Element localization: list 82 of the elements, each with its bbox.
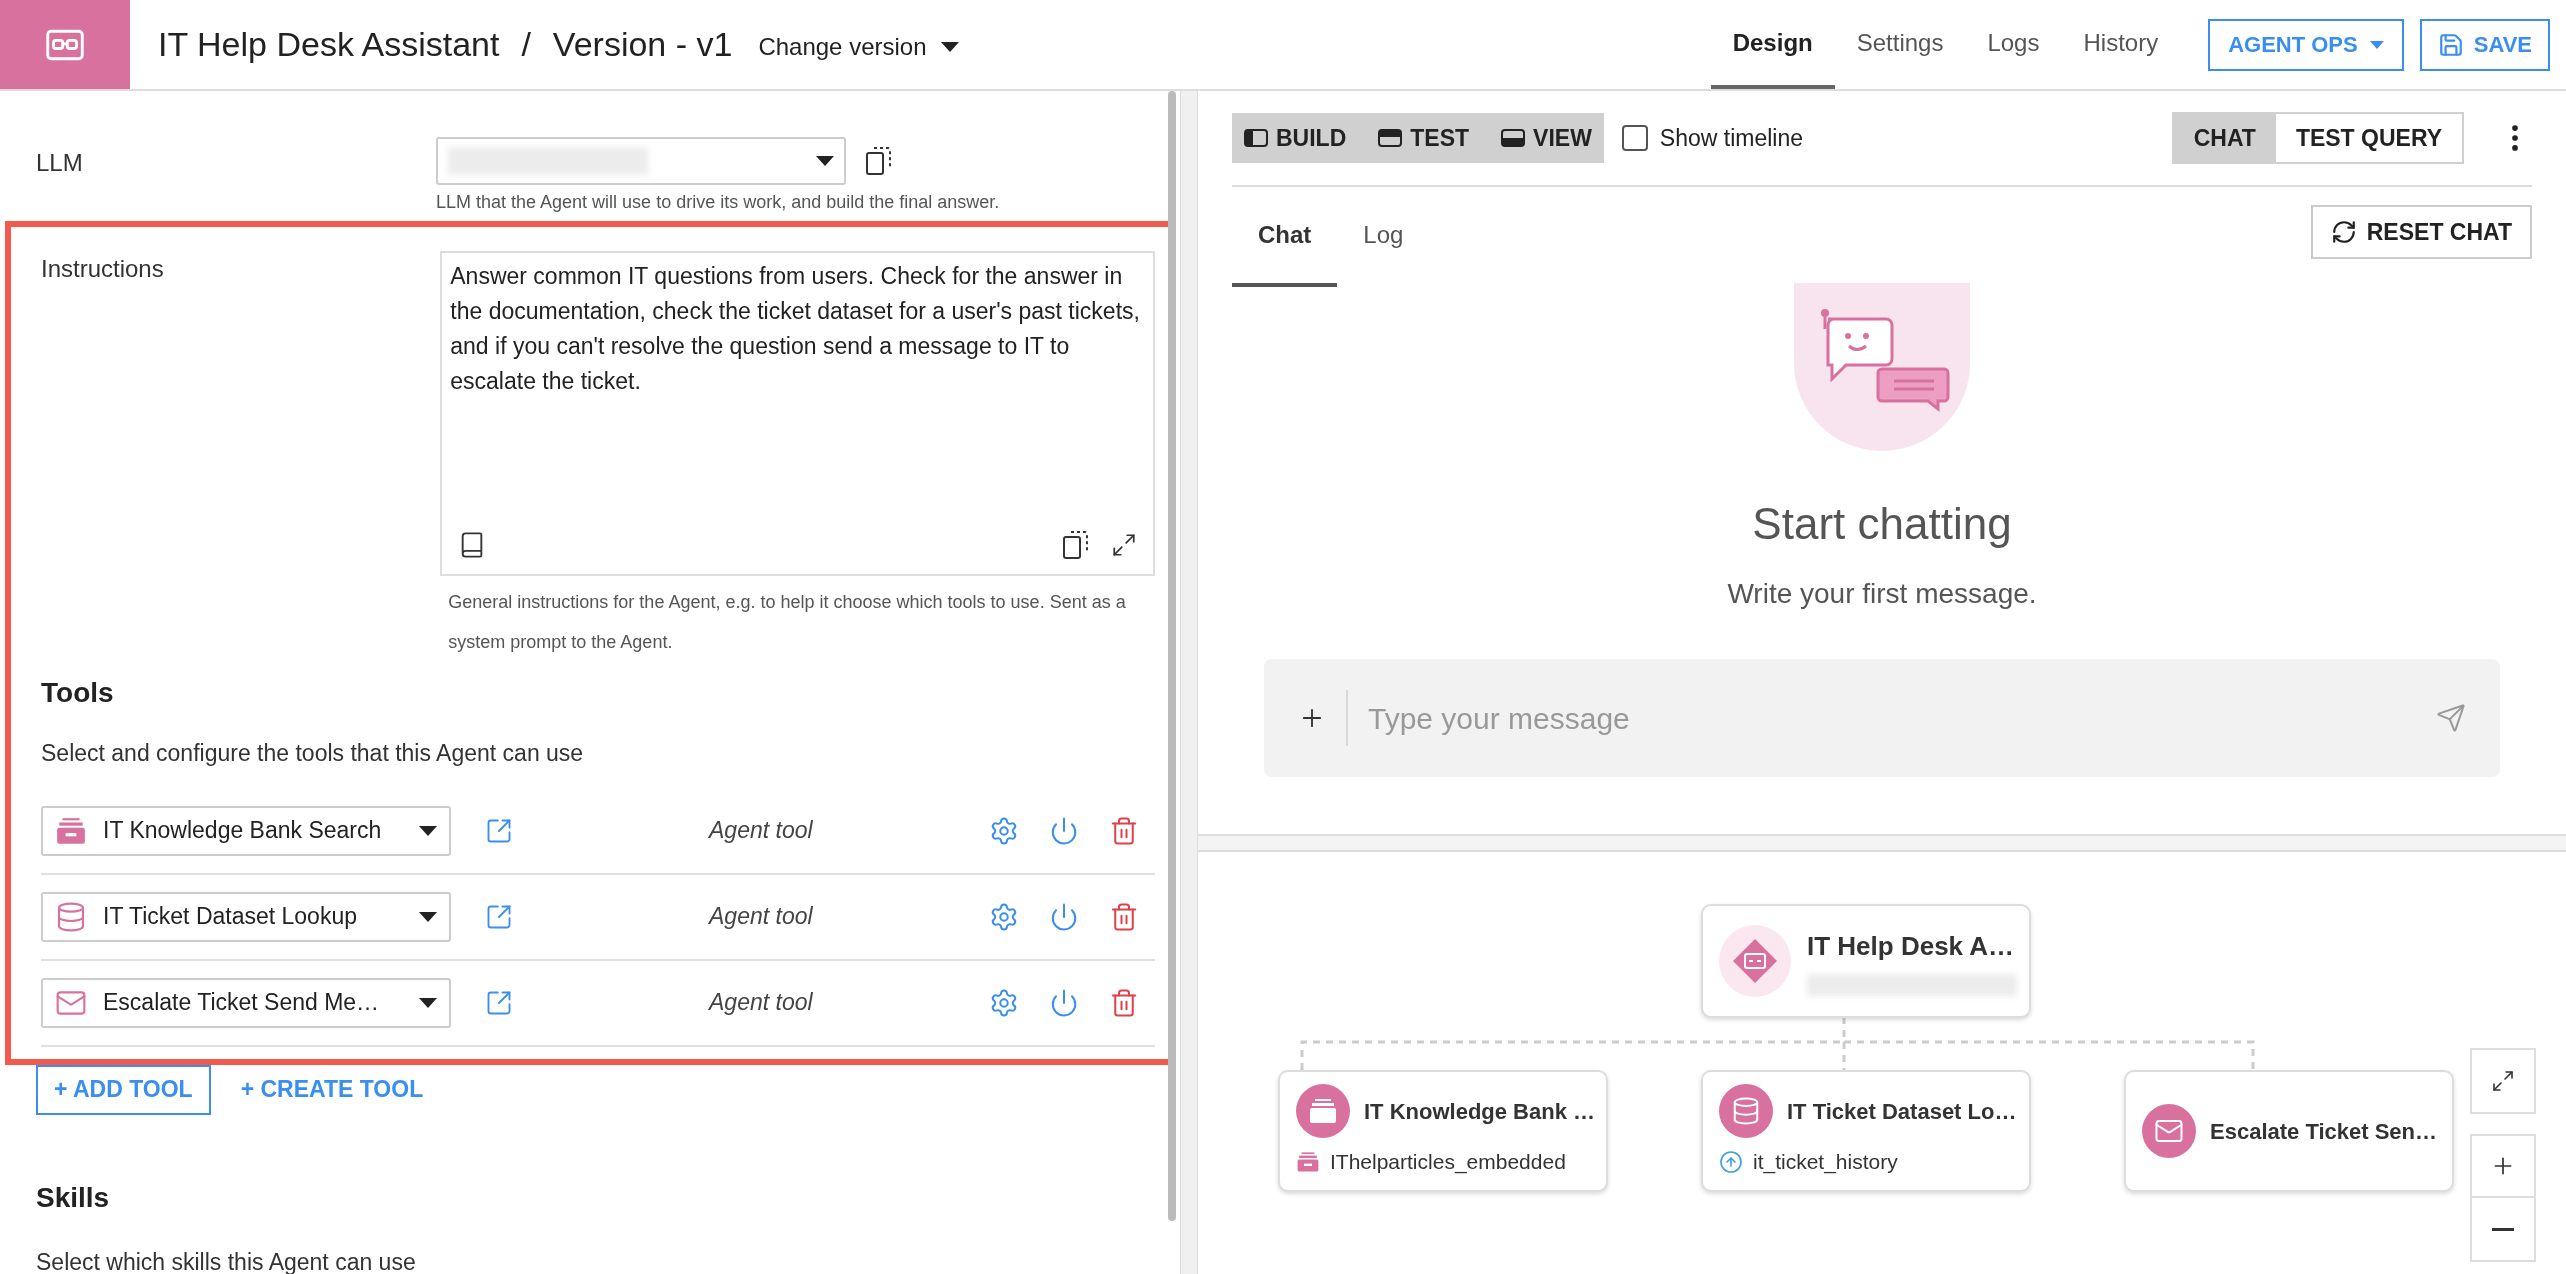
llm-label: LLM xyxy=(36,148,84,178)
instructions-help-text: General instructions for the Agent, e.g. to help it choose which tools to use. Sent as a system prompt to the Agent. xyxy=(447,591,1127,654)
panel-tab[interactable]: Chat xyxy=(1232,187,1338,287)
trash-icon[interactable] xyxy=(1109,901,1139,932)
panel-tab[interactable]: Log xyxy=(1337,187,1430,287)
timeline-checkbox[interactable] xyxy=(1621,125,1648,151)
tool-select[interactable]: IT Ticket Dataset Lookup xyxy=(41,891,451,942)
caret-icon xyxy=(419,997,437,1008)
instructions-editor[interactable] xyxy=(440,251,1155,576)
tool-select[interactable]: IT Knowledge Bank Search xyxy=(41,805,451,856)
scrollbar[interactable] xyxy=(1168,91,1176,1221)
tool-node[interactable]: Escalate Ticket Sen… xyxy=(2124,1070,2454,1192)
upload-icon xyxy=(1719,1150,1743,1174)
tool-type: Agent tool xyxy=(709,988,813,1018)
node-title: IT Help Desk A… xyxy=(1807,929,2016,963)
refresh-icon xyxy=(2330,219,2357,245)
root-node[interactable]: IT Help Desk A… xyxy=(1701,904,2031,1018)
instructions-label: Instructions xyxy=(41,254,165,284)
settings-icon[interactable] xyxy=(989,987,1019,1018)
empty-state-text: Write your first message. xyxy=(1727,577,2037,611)
power-icon[interactable] xyxy=(1049,987,1079,1018)
caret-icon xyxy=(419,911,437,922)
caret-icon xyxy=(2369,40,2384,49)
tools-description: Select and configure the tools that this Agent can use xyxy=(41,739,585,768)
database-icon xyxy=(55,900,87,933)
settings-icon[interactable] xyxy=(989,815,1019,846)
panel-resize-handle[interactable] xyxy=(1198,836,2566,852)
layout-icon xyxy=(1244,129,1268,147)
trash-icon[interactable] xyxy=(1109,987,1139,1018)
reset-chat-button[interactable]: RESET CHAT xyxy=(2310,205,2532,259)
tool-node[interactable]: IT Ticket Dataset Lo… it_ticket_history xyxy=(1701,1070,2031,1192)
header-tab[interactable]: History xyxy=(2061,0,2181,89)
change-version-dropdown[interactable]: Change version xyxy=(758,28,959,65)
tool-type: Agent tool xyxy=(709,816,813,846)
mode-button[interactable]: TEST xyxy=(1378,120,1470,156)
header-tab[interactable]: Logs xyxy=(1965,0,2062,89)
archive-icon xyxy=(1296,1150,1320,1174)
node-source: it_ticket_history xyxy=(1753,1149,1898,1176)
skills-description: Select which skills this Agent can use xyxy=(35,1247,417,1274)
power-icon[interactable] xyxy=(1049,901,1079,932)
layout-icon xyxy=(1378,129,1403,147)
tool-type: Agent tool xyxy=(709,902,813,932)
tool-node[interactable]: IT Knowledge Bank … IThelparticles_embedded xyxy=(1278,1070,1608,1192)
agent-title: IT Help Desk Assistant xyxy=(158,24,500,65)
tools-heading: Tools xyxy=(41,676,115,710)
power-icon[interactable] xyxy=(1049,815,1079,846)
expand-icon xyxy=(2491,1069,2515,1093)
node-title: IT Ticket Dataset Lo… xyxy=(1787,1097,2017,1126)
duplicate-icon[interactable] xyxy=(866,146,892,176)
caret-icon xyxy=(816,156,834,166)
expand-icon[interactable] xyxy=(1111,532,1137,558)
instructions-field[interactable]: Answer common IT questions from users. Check for the answer in the documentation, check the ticket dataset for a user's past tickets, and if you can't resolve the question send a message to IT to escalate the ticket. xyxy=(450,259,1145,530)
database-icon xyxy=(1731,1096,1761,1127)
caret-icon xyxy=(419,825,437,836)
mode-button[interactable]: BUILD xyxy=(1244,120,1347,156)
header-tab[interactable]: Settings xyxy=(1834,0,1966,89)
agent-diamond-icon xyxy=(1731,937,1779,985)
node-title: IT Knowledge Bank … xyxy=(1364,1097,1596,1126)
version-label: Version - v1 xyxy=(552,24,733,65)
llm-help-text: LLM that the Agent will use to drive its work, and build the final answer. xyxy=(436,191,1000,214)
timeline-label: Show timeline xyxy=(1659,123,1804,153)
settings-icon[interactable] xyxy=(989,901,1019,932)
save-icon xyxy=(2437,31,2464,58)
node-source: IThelparticles_embedded xyxy=(1330,1149,1566,1176)
mode-button[interactable]: VIEW xyxy=(1501,120,1592,156)
layout-icon xyxy=(1501,129,1526,147)
view-toggle[interactable]: CHAT xyxy=(2173,114,2276,162)
fit-view-button[interactable] xyxy=(2470,1048,2536,1114)
app-logo[interactable] xyxy=(0,0,130,89)
minus-icon xyxy=(2492,1227,2514,1231)
caret-icon xyxy=(940,41,959,52)
title-separator: / xyxy=(521,24,531,65)
skills-heading: Skills xyxy=(35,1180,111,1215)
duplicate-icon[interactable] xyxy=(1063,530,1089,560)
empty-state-title: Start chatting xyxy=(1752,498,2012,550)
message-composer[interactable]: Type your message xyxy=(1264,659,2500,777)
header-tab[interactable]: Design xyxy=(1710,0,1835,89)
tool-select[interactable]: Escalate Ticket Send Me… xyxy=(41,977,451,1028)
node-title: Escalate Ticket Sen… xyxy=(2210,1117,2438,1146)
message-field[interactable]: Type your message xyxy=(1368,695,2416,741)
trash-icon[interactable] xyxy=(1109,815,1139,846)
send-icon[interactable] xyxy=(2436,703,2466,733)
